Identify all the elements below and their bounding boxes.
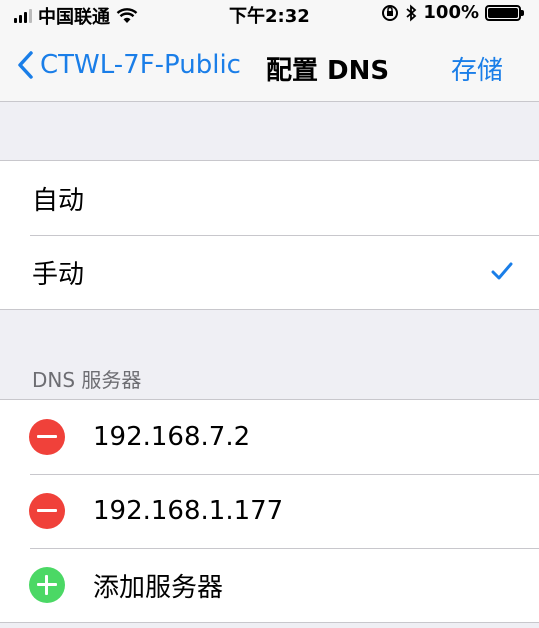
back-button[interactable]: CTWL-7F-Public <box>16 50 241 80</box>
battery-percent: 100% <box>423 2 479 23</box>
chevron-left-icon <box>18 51 33 79</box>
dns-server-row[interactable]: 192.168.1.177 <box>0 474 539 548</box>
wifi-icon <box>116 8 138 23</box>
option-automatic-label: 自动 <box>32 185 85 216</box>
dns-server-row[interactable]: 192.168.7.2 <box>0 400 539 474</box>
status-bar: 中国联通 下午2:32 100% <box>0 0 539 28</box>
status-right: 100% <box>381 2 524 23</box>
cellular-signal-icon <box>14 9 32 23</box>
battery-icon <box>485 4 524 21</box>
carrier-name: 中国联通 <box>38 7 110 28</box>
option-manual[interactable]: 手动 <box>0 235 539 309</box>
checkmark-icon <box>491 262 513 280</box>
add-server-icon[interactable] <box>29 567 65 603</box>
navigation-bar: CTWL-7F-Public 配置 DNS 存储 <box>0 28 539 102</box>
add-server-label: 添加服务器 <box>93 572 224 603</box>
delete-server-icon[interactable] <box>29 493 65 529</box>
option-automatic[interactable]: 自动 <box>0 161 539 235</box>
back-button-label: CTWL-7F-Public <box>40 50 241 80</box>
delete-server-icon[interactable] <box>29 419 65 455</box>
add-server-row[interactable]: 添加服务器 <box>0 548 539 622</box>
option-manual-label: 手动 <box>32 259 85 290</box>
status-time: 下午2:32 <box>229 6 310 27</box>
orientation-lock-icon <box>382 4 399 21</box>
save-button[interactable]: 存储 <box>451 50 503 87</box>
bluetooth-icon <box>406 4 417 21</box>
status-left: 中国联通 <box>14 3 138 29</box>
dns-servers-group: 192.168.7.2 192.168.1.177 添加服务器 <box>0 399 539 623</box>
dns-servers-header: DNS 服务器 <box>32 368 142 392</box>
dns-server-address: 192.168.1.177 <box>93 496 284 526</box>
configure-mode-group: 自动 手动 <box>0 160 539 310</box>
dns-server-address: 192.168.7.2 <box>93 422 251 452</box>
page-title: 配置 DNS <box>266 56 390 86</box>
